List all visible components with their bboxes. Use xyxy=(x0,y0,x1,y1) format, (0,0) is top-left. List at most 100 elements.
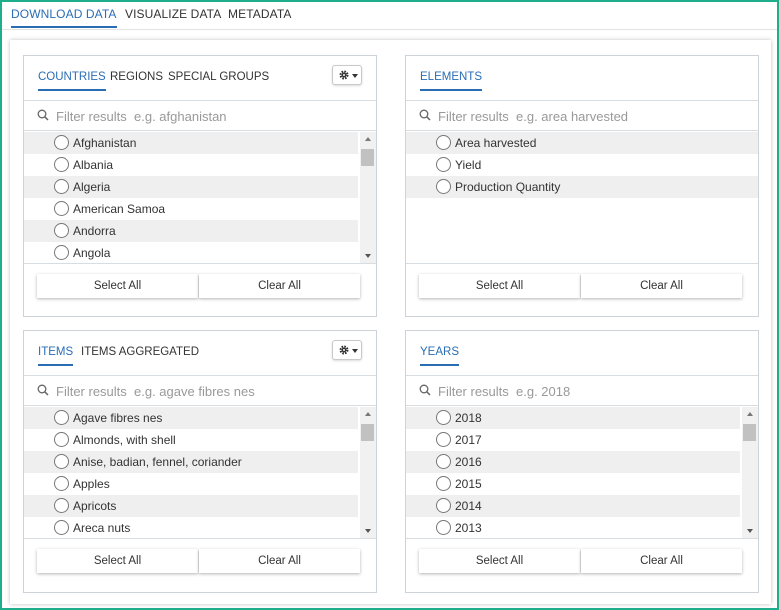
radio-icon[interactable] xyxy=(54,454,69,469)
list-item[interactable]: Angola xyxy=(24,242,358,263)
radio-icon[interactable] xyxy=(436,410,451,425)
tab-metadata[interactable]: METADATA xyxy=(228,7,291,21)
clear-all-button[interactable]: Clear All xyxy=(199,274,360,298)
list-item[interactable]: 2015 xyxy=(406,473,740,495)
radio-icon[interactable] xyxy=(54,201,69,216)
list-item-label: Almonds, with shell xyxy=(73,433,176,447)
select-all-button[interactable]: Select All xyxy=(37,274,198,298)
countries-scrollbar[interactable] xyxy=(360,132,376,263)
app-frame: DOWNLOAD DATA VISUALIZE DATA METADATA CO… xyxy=(0,0,779,610)
list-item[interactable]: Production Quantity xyxy=(406,176,758,198)
years-button-bar: Select All Clear All xyxy=(406,538,758,590)
radio-icon[interactable] xyxy=(54,245,69,260)
scroll-up-icon[interactable] xyxy=(365,137,371,141)
list-item[interactable]: Areca nuts xyxy=(24,517,358,538)
list-item-label: 2013 xyxy=(455,521,482,535)
countries-search-input[interactable] xyxy=(56,106,356,126)
tab-years[interactable]: YEARS xyxy=(420,346,459,366)
items-scrollbar[interactable] xyxy=(360,407,376,538)
list-item[interactable]: Yield xyxy=(406,154,758,176)
items-list: Agave fibres nes Almonds, with shell Ani… xyxy=(24,407,376,538)
elements-search-input[interactable] xyxy=(438,106,738,126)
list-item-label: Yield xyxy=(455,158,482,172)
clear-all-button[interactable]: Clear All xyxy=(199,549,360,573)
list-item[interactable]: 2017 xyxy=(406,429,740,451)
radio-icon[interactable] xyxy=(54,520,69,535)
radio-icon[interactable] xyxy=(436,157,451,172)
list-item[interactable]: Afghanistan xyxy=(24,132,358,154)
tab-countries[interactable]: COUNTRIES xyxy=(38,71,106,91)
select-all-button[interactable]: Select All xyxy=(419,549,580,573)
list-item-label: Afghanistan xyxy=(73,136,137,150)
tab-special-groups[interactable]: SPECIAL GROUPS xyxy=(168,71,269,83)
elements-button-bar: Select All Clear All xyxy=(406,263,758,315)
list-item[interactable]: Area harvested xyxy=(406,132,758,154)
scroll-thumb[interactable] xyxy=(743,424,756,441)
radio-icon[interactable] xyxy=(436,520,451,535)
tab-regions[interactable]: REGIONS xyxy=(110,71,163,83)
radio-icon[interactable] xyxy=(436,476,451,491)
tab-visualize-data[interactable]: VISUALIZE DATA xyxy=(125,7,221,21)
tab-items-aggregated[interactable]: ITEMS AGGREGATED xyxy=(81,346,199,358)
tab-elements[interactable]: ELEMENTS xyxy=(420,71,482,91)
list-item[interactable]: Agave fibres nes xyxy=(24,407,358,429)
tab-items[interactable]: ITEMS xyxy=(38,346,74,366)
search-icon xyxy=(419,109,431,121)
select-all-button[interactable]: Select All xyxy=(419,274,580,298)
gear-icon xyxy=(339,345,349,355)
list-item-label: Albania xyxy=(73,158,114,172)
list-item[interactable]: Anise, badian, fennel, coriander xyxy=(24,451,358,473)
list-item[interactable]: 2013 xyxy=(406,517,740,538)
clear-all-button[interactable]: Clear All xyxy=(581,274,742,298)
scroll-thumb[interactable] xyxy=(361,424,374,441)
select-all-button[interactable]: Select All xyxy=(37,549,198,573)
scroll-up-icon[interactable] xyxy=(747,412,753,416)
radio-icon[interactable] xyxy=(54,179,69,194)
countries-settings-button[interactable] xyxy=(332,65,362,85)
items-filter xyxy=(24,376,376,406)
elements-filter xyxy=(406,101,758,131)
list-item[interactable]: 2016 xyxy=(406,451,740,473)
years-scrollbar[interactable] xyxy=(742,407,758,538)
scroll-down-icon[interactable] xyxy=(747,529,753,533)
years-search-input[interactable] xyxy=(438,381,738,401)
radio-icon[interactable] xyxy=(54,223,69,238)
years-list: 2018 2017 2016 2015 2014 2013 xyxy=(406,407,758,538)
radio-icon[interactable] xyxy=(54,432,69,447)
radio-icon[interactable] xyxy=(54,476,69,491)
list-item[interactable]: Andorra xyxy=(24,220,358,242)
radio-icon[interactable] xyxy=(54,498,69,513)
radio-icon[interactable] xyxy=(436,498,451,513)
scroll-thumb[interactable] xyxy=(361,149,374,166)
list-item[interactable]: Algeria xyxy=(24,176,358,198)
list-item[interactable]: American Samoa xyxy=(24,198,358,220)
items-settings-button[interactable] xyxy=(332,340,362,360)
tab-download-data[interactable]: DOWNLOAD DATA xyxy=(11,7,117,28)
clear-all-button[interactable]: Clear All xyxy=(581,549,742,573)
scroll-up-icon[interactable] xyxy=(365,412,371,416)
radio-icon[interactable] xyxy=(54,157,69,172)
list-item[interactable]: 2014 xyxy=(406,495,740,517)
list-item-label: Apples xyxy=(73,477,110,491)
list-item-label: 2017 xyxy=(455,433,482,447)
top-nav: DOWNLOAD DATA VISUALIZE DATA METADATA xyxy=(2,2,777,30)
radio-icon[interactable] xyxy=(54,135,69,150)
list-item[interactable]: Apples xyxy=(24,473,358,495)
radio-icon[interactable] xyxy=(54,410,69,425)
list-item-label: American Samoa xyxy=(73,202,166,216)
list-item[interactable]: 2018 xyxy=(406,407,740,429)
radio-icon[interactable] xyxy=(436,179,451,194)
elements-panel-header: ELEMENTS xyxy=(406,56,758,101)
list-item[interactable]: Almonds, with shell xyxy=(24,429,358,451)
radio-icon[interactable] xyxy=(436,454,451,469)
radio-icon[interactable] xyxy=(436,135,451,150)
list-item-label: Production Quantity xyxy=(455,180,561,194)
items-panel: ITEMS ITEMS AGGREGATED Agave fibres nes … xyxy=(23,330,377,593)
list-item[interactable]: Albania xyxy=(24,154,358,176)
list-item[interactable]: Apricots xyxy=(24,495,358,517)
radio-icon[interactable] xyxy=(436,432,451,447)
scroll-down-icon[interactable] xyxy=(365,529,371,533)
items-search-input[interactable] xyxy=(56,381,356,401)
scroll-down-icon[interactable] xyxy=(365,254,371,258)
countries-list: Afghanistan Albania Algeria American Sam… xyxy=(24,132,376,263)
